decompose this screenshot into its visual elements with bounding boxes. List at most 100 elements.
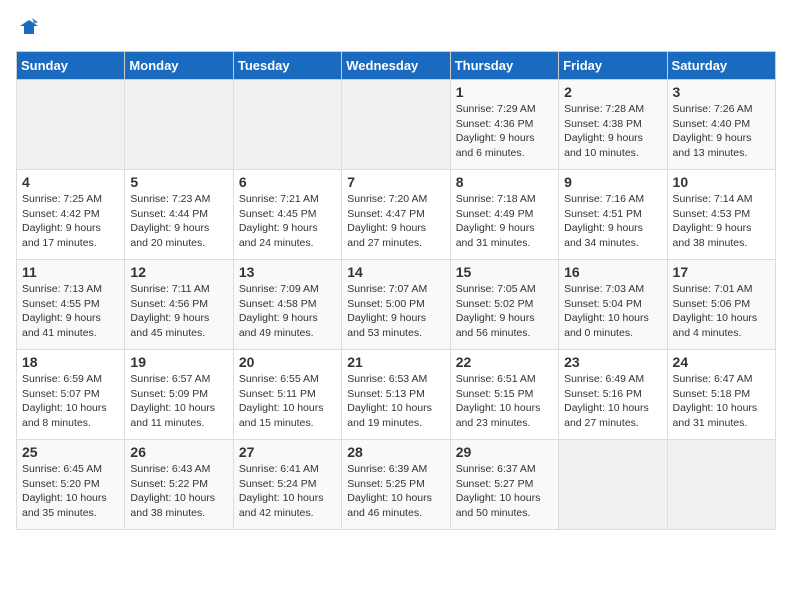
calendar-cell: 14 Sunrise: 7:07 AMSunset: 5:00 PMDayligh… xyxy=(342,260,450,350)
day-number: 13 xyxy=(239,264,336,280)
calendar-cell: 11 Sunrise: 7:13 AMSunset: 4:55 PMDayligh… xyxy=(17,260,125,350)
cell-info: Sunrise: 7:03 AMSunset: 5:04 PMDaylight:… xyxy=(564,282,661,341)
calendar-cell: 15Sunrise: 7:05 AMSunset: 5:02 PMDayligh… xyxy=(450,260,558,350)
day-number: 18 xyxy=(22,354,119,370)
calendar-cell: 29 Sunrise: 6:37 AMSunset: 5:27 PMDayligh… xyxy=(450,440,558,530)
day-number: 25 xyxy=(22,444,119,460)
calendar-cell: 28 Sunrise: 6:39 AMSunset: 5:25 PMDayligh… xyxy=(342,440,450,530)
day-number: 26 xyxy=(130,444,227,460)
calendar-cell: 26 Sunrise: 6:43 AMSunset: 5:22 PMDayligh… xyxy=(125,440,233,530)
day-number: 16 xyxy=(564,264,661,280)
cell-info: Sunrise: 7:01 AMSunset: 5:06 PMDaylight:… xyxy=(673,282,770,341)
calendar-cell: 7 Sunrise: 7:20 AMSunset: 4:47 PMDaylight… xyxy=(342,170,450,260)
calendar-cell: 18 Sunrise: 6:59 AMSunset: 5:07 PMDayligh… xyxy=(17,350,125,440)
weekday-header-wednesday: Wednesday xyxy=(342,52,450,80)
calendar-cell xyxy=(125,80,233,170)
day-number: 24 xyxy=(673,354,770,370)
cell-info: Sunrise: 6:59 AMSunset: 5:07 PMDaylight:… xyxy=(22,372,119,431)
cell-info: Sunrise: 6:45 AMSunset: 5:20 PMDaylight:… xyxy=(22,462,119,521)
calendar-cell xyxy=(667,440,775,530)
calendar-cell: 24 Sunrise: 6:47 AMSunset: 5:18 PMDayligh… xyxy=(667,350,775,440)
day-number: 3 xyxy=(673,84,770,100)
weekday-header-tuesday: Tuesday xyxy=(233,52,341,80)
cell-info: Sunrise: 7:26 AMSunset: 4:40 PMDaylight:… xyxy=(673,102,770,161)
calendar-cell: 25 Sunrise: 6:45 AMSunset: 5:20 PMDayligh… xyxy=(17,440,125,530)
calendar-cell: 10 Sunrise: 7:14 AMSunset: 4:53 PMDayligh… xyxy=(667,170,775,260)
cell-info: Sunrise: 7:23 AMSunset: 4:44 PMDaylight:… xyxy=(130,192,227,251)
day-number: 9 xyxy=(564,174,661,190)
calendar-cell: 4 Sunrise: 7:25 AMSunset: 4:42 PMDaylight… xyxy=(17,170,125,260)
cell-info: Sunrise: 7:21 AMSunset: 4:45 PMDaylight:… xyxy=(239,192,336,251)
calendar-table: SundayMondayTuesdayWednesdayThursdayFrid… xyxy=(16,51,776,530)
cell-info: Sunrise: 7:09 AMSunset: 4:58 PMDaylight:… xyxy=(239,282,336,341)
day-number: 22 xyxy=(456,354,553,370)
cell-info: Sunrise: 6:41 AMSunset: 5:24 PMDaylight:… xyxy=(239,462,336,521)
cell-info: Sunrise: 7:28 AMSunset: 4:38 PMDaylight:… xyxy=(564,102,661,161)
weekday-header-thursday: Thursday xyxy=(450,52,558,80)
day-number: 6 xyxy=(239,174,336,190)
cell-info: Sunrise: 7:20 AMSunset: 4:47 PMDaylight:… xyxy=(347,192,444,251)
day-number: 8 xyxy=(456,174,553,190)
calendar-cell: 9 Sunrise: 7:16 AMSunset: 4:51 PMDaylight… xyxy=(559,170,667,260)
page-header xyxy=(16,16,776,43)
day-number: 14 xyxy=(347,264,444,280)
calendar-cell: 17 Sunrise: 7:01 AMSunset: 5:06 PMDayligh… xyxy=(667,260,775,350)
cell-info: Sunrise: 7:18 AMSunset: 4:49 PMDaylight:… xyxy=(456,192,553,251)
calendar-cell: 5 Sunrise: 7:23 AMSunset: 4:44 PMDaylight… xyxy=(125,170,233,260)
day-number: 17 xyxy=(673,264,770,280)
calendar-cell: 3 Sunrise: 7:26 AMSunset: 4:40 PMDaylight… xyxy=(667,80,775,170)
cell-info: Sunrise: 7:29 AMSunset: 4:36 PMDaylight:… xyxy=(456,102,553,161)
day-number: 21 xyxy=(347,354,444,370)
day-number: 4 xyxy=(22,174,119,190)
weekday-header-sunday: Sunday xyxy=(17,52,125,80)
calendar-cell: 6 Sunrise: 7:21 AMSunset: 4:45 PMDaylight… xyxy=(233,170,341,260)
calendar-cell: 27 Sunrise: 6:41 AMSunset: 5:24 PMDayligh… xyxy=(233,440,341,530)
day-number: 28 xyxy=(347,444,444,460)
cell-info: Sunrise: 7:13 AMSunset: 4:55 PMDaylight:… xyxy=(22,282,119,341)
calendar-cell xyxy=(233,80,341,170)
calendar-cell: 23 Sunrise: 6:49 AMSunset: 5:16 PMDayligh… xyxy=(559,350,667,440)
day-number: 11 xyxy=(22,264,119,280)
calendar-cell: 21 Sunrise: 6:53 AMSunset: 5:13 PMDayligh… xyxy=(342,350,450,440)
calendar-cell: 16 Sunrise: 7:03 AMSunset: 5:04 PMDayligh… xyxy=(559,260,667,350)
cell-info: Sunrise: 6:49 AMSunset: 5:16 PMDaylight:… xyxy=(564,372,661,431)
day-number: 29 xyxy=(456,444,553,460)
logo-bird-icon xyxy=(18,16,40,38)
cell-info: Sunrise: 6:39 AMSunset: 5:25 PMDaylight:… xyxy=(347,462,444,521)
calendar-cell: 2Sunrise: 7:28 AMSunset: 4:38 PMDaylight… xyxy=(559,80,667,170)
cell-info: Sunrise: 6:47 AMSunset: 5:18 PMDaylight:… xyxy=(673,372,770,431)
cell-info: Sunrise: 6:51 AMSunset: 5:15 PMDaylight:… xyxy=(456,372,553,431)
calendar-cell xyxy=(17,80,125,170)
day-number: 1 xyxy=(456,84,553,100)
day-number: 7 xyxy=(347,174,444,190)
day-number: 5 xyxy=(130,174,227,190)
calendar-cell: 20 Sunrise: 6:55 AMSunset: 5:11 PMDayligh… xyxy=(233,350,341,440)
day-number: 15 xyxy=(456,264,553,280)
weekday-header-friday: Friday xyxy=(559,52,667,80)
cell-info: Sunrise: 7:25 AMSunset: 4:42 PMDaylight:… xyxy=(22,192,119,251)
cell-info: Sunrise: 7:16 AMSunset: 4:51 PMDaylight:… xyxy=(564,192,661,251)
cell-info: Sunrise: 7:14 AMSunset: 4:53 PMDaylight:… xyxy=(673,192,770,251)
calendar-cell: 22 Sunrise: 6:51 AMSunset: 5:15 PMDayligh… xyxy=(450,350,558,440)
cell-info: Sunrise: 6:53 AMSunset: 5:13 PMDaylight:… xyxy=(347,372,444,431)
cell-info: Sunrise: 6:37 AMSunset: 5:27 PMDaylight:… xyxy=(456,462,553,521)
cell-info: Sunrise: 6:57 AMSunset: 5:09 PMDaylight:… xyxy=(130,372,227,431)
calendar-cell: 19 Sunrise: 6:57 AMSunset: 5:09 PMDayligh… xyxy=(125,350,233,440)
weekday-header-monday: Monday xyxy=(125,52,233,80)
day-number: 10 xyxy=(673,174,770,190)
day-number: 27 xyxy=(239,444,336,460)
cell-info: Sunrise: 7:07 AMSunset: 5:00 PMDaylight:… xyxy=(347,282,444,341)
calendar-cell: 13 Sunrise: 7:09 AMSunset: 4:58 PMDayligh… xyxy=(233,260,341,350)
day-number: 23 xyxy=(564,354,661,370)
logo xyxy=(16,16,40,43)
calendar-cell: 8 Sunrise: 7:18 AMSunset: 4:49 PMDaylight… xyxy=(450,170,558,260)
calendar-cell: 1 Sunrise: 7:29 AMSunset: 4:36 PMDaylight… xyxy=(450,80,558,170)
calendar-cell xyxy=(342,80,450,170)
cell-info: Sunrise: 6:43 AMSunset: 5:22 PMDaylight:… xyxy=(130,462,227,521)
calendar-cell: 12Sunrise: 7:11 AMSunset: 4:56 PMDayligh… xyxy=(125,260,233,350)
cell-info: Sunrise: 6:55 AMSunset: 5:11 PMDaylight:… xyxy=(239,372,336,431)
day-number: 20 xyxy=(239,354,336,370)
day-number: 12 xyxy=(130,264,227,280)
weekday-header-saturday: Saturday xyxy=(667,52,775,80)
day-number: 19 xyxy=(130,354,227,370)
